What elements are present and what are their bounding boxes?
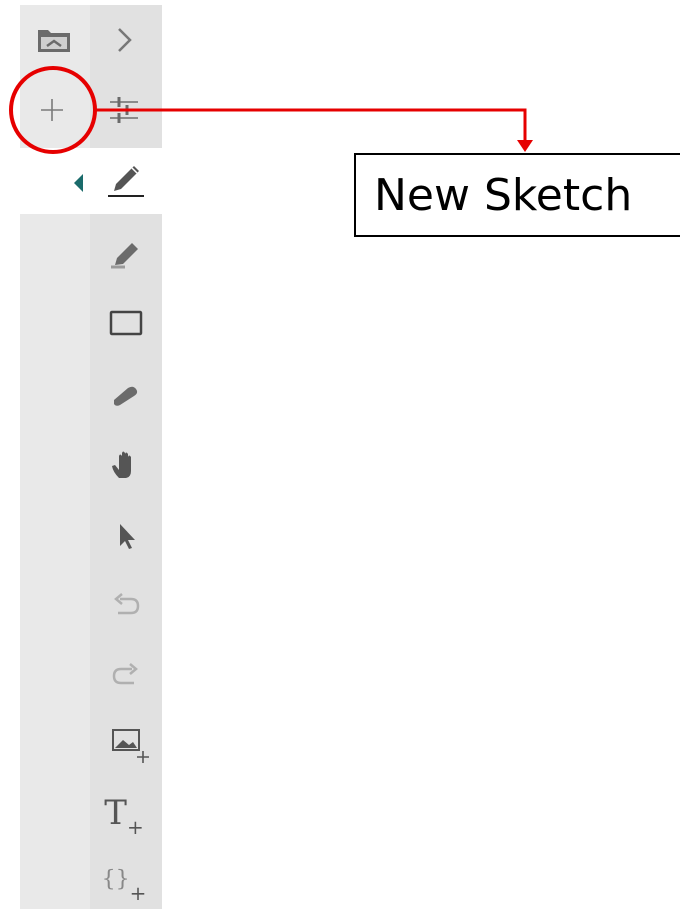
callout-label-box: New Sketch xyxy=(354,153,680,237)
callout-label: New Sketch xyxy=(374,169,633,221)
callout-annotation xyxy=(9,66,533,154)
callout-arrow-line xyxy=(96,108,527,145)
highlight-circle xyxy=(9,66,97,154)
callout-arrowhead xyxy=(517,140,533,152)
